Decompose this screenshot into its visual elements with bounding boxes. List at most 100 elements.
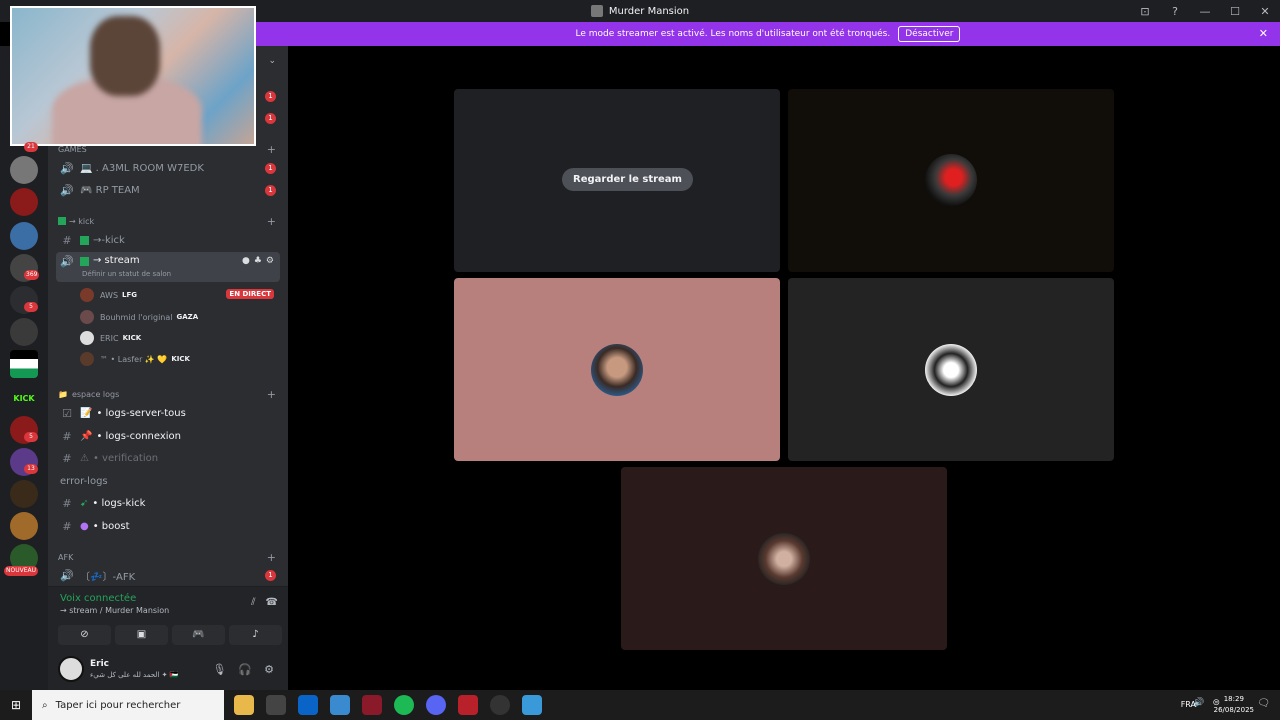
help-icon[interactable]: ?: [1160, 5, 1190, 18]
user-panel: Eric الحمد لله على كل شيء ✦ 🇵🇸 🎙 🎧 ⚙: [48, 650, 288, 690]
outlook-icon[interactable]: [298, 695, 318, 715]
memo-icon: 📝: [80, 407, 93, 419]
participant-tile[interactable]: [621, 467, 947, 650]
voice-user-eric[interactable]: ERIC KICK: [80, 329, 280, 347]
app-icon[interactable]: [330, 695, 350, 715]
voice-user-bouhmid[interactable]: Bouhmid l'original GAZA: [80, 308, 280, 326]
voice-buttons: ⊘ ▣ 🎮 ♪: [58, 625, 282, 645]
screen-share-button[interactable]: ▣: [115, 625, 168, 645]
user-controls: 🎙 🎧 ⚙: [212, 663, 274, 676]
badge-5b: 5: [24, 432, 38, 442]
app-icon[interactable]: [458, 695, 478, 715]
voice-stage: Regarder le stream: [288, 46, 1280, 690]
category-afk[interactable]: AFK +: [58, 550, 280, 564]
plus-icon[interactable]: +: [267, 551, 276, 564]
channel-error-logs[interactable]: error-logs: [56, 471, 280, 491]
spotify-icon[interactable]: [394, 695, 414, 715]
voice-actions: ⫽ ☎: [251, 597, 278, 608]
disconnect-icon[interactable]: ☎: [266, 597, 278, 608]
channel-logs-kick[interactable]: # ➹ • logs-kick: [56, 493, 280, 513]
participant-tile[interactable]: [788, 89, 1114, 272]
badge-369: 369: [24, 270, 40, 280]
headphones-icon[interactable]: 🎧: [238, 663, 252, 676]
avatar: [925, 154, 977, 206]
category-espace-logs[interactable]: 📁 espace logs +: [58, 387, 280, 401]
watch-stream-button[interactable]: Regarder le stream: [562, 168, 693, 191]
camera-off-button[interactable]: ⊘: [58, 625, 111, 645]
store-icon[interactable]: [266, 695, 286, 715]
channel-rp-team[interactable]: 🔊 🎮 RP TEAM 1: [56, 180, 280, 200]
live-badge: EN DIRECT: [226, 289, 274, 299]
notification-icon[interactable]: 🗨: [1257, 698, 1270, 709]
system-clock[interactable]: 18:29 26/08/2025: [1214, 694, 1254, 716]
banner-text: Le mode streamer est activé. Les noms d'…: [575, 29, 891, 39]
user-name[interactable]: Eric: [90, 659, 109, 669]
stream-tile[interactable]: Regarder le stream: [454, 89, 780, 272]
participant-tile[interactable]: [788, 278, 1114, 461]
server-icon: [590, 5, 603, 17]
chat-icon[interactable]: ●: [242, 256, 250, 266]
server-dice[interactable]: [10, 318, 38, 346]
voice-status[interactable]: Voix connectée: [60, 593, 136, 604]
voice-location[interactable]: → stream / Murder Mansion: [60, 606, 169, 615]
file-explorer-icon[interactable]: [234, 695, 254, 715]
channel-logs-server-tous[interactable]: ☑ 📝 • logs-server-tous: [56, 403, 280, 423]
streamer-mode-banner: Le mode streamer est activé. Les noms d'…: [256, 22, 1280, 46]
inbox-icon[interactable]: ⊡: [1130, 5, 1160, 18]
close-icon[interactable]: ✕: [1259, 27, 1268, 40]
voice-user-aws[interactable]: AWS LFG EN DIRECT: [80, 286, 280, 304]
activity-button[interactable]: 🎮: [172, 625, 225, 645]
channel-verification[interactable]: # ⚠ • verification: [56, 448, 280, 468]
invite-icon[interactable]: ♣: [254, 256, 262, 266]
warning-icon: ⚠: [80, 452, 89, 464]
pin-icon: 📌: [80, 430, 93, 442]
channel-afk[interactable]: 🔊 〔💤〕-AFK 1: [56, 565, 280, 585]
channel-stream[interactable]: 🔊 → stream Définir un statut de salon ● ♣…: [56, 252, 280, 282]
nouveau-badge: NOUVEAU: [4, 566, 38, 576]
server-social-club[interactable]: [10, 222, 38, 250]
gear-icon[interactable]: ⚙: [266, 256, 274, 266]
hash-icon: #: [62, 233, 72, 247]
channel-logs-connexion[interactable]: # 📌 • logs-connexion: [56, 426, 280, 446]
avatar[interactable]: [58, 656, 84, 682]
channel-boost[interactable]: # ● • boost: [56, 516, 280, 536]
close-button[interactable]: ✕: [1250, 5, 1280, 18]
channel-a3ml-room[interactable]: 🔊 💻 . A3ML ROOM W7EDK 1: [56, 158, 280, 178]
minimize-button[interactable]: —: [1190, 5, 1220, 18]
server-kick[interactable]: KICK: [10, 384, 38, 412]
chevron-down-icon[interactable]: ⌄: [268, 56, 276, 66]
category-kick[interactable]: → kick +: [58, 214, 280, 228]
obs-icon[interactable]: [490, 695, 510, 715]
server-brown[interactable]: [10, 512, 38, 540]
plus-icon[interactable]: +: [267, 215, 276, 228]
plus-icon[interactable]: +: [267, 143, 276, 156]
server-swords[interactable]: [10, 480, 38, 508]
channel-kick[interactable]: # →-kick: [56, 230, 280, 250]
folder-icon: 📁: [58, 389, 68, 399]
microphone-icon[interactable]: 🎙: [212, 663, 226, 676]
disable-streamer-button[interactable]: Désactiver: [898, 26, 961, 42]
server-red[interactable]: [10, 188, 38, 216]
language-indicator[interactable]: FRA: [1181, 700, 1196, 709]
voice-user-lasfer[interactable]: ™ • Lasfer ✨ 💛 KICK: [80, 350, 280, 368]
taskbar-apps: [234, 695, 542, 715]
plus-icon[interactable]: +: [267, 388, 276, 401]
noise-suppression-icon[interactable]: ⫽: [251, 597, 255, 608]
maximize-button[interactable]: ☐: [1220, 5, 1250, 18]
avatar: [758, 533, 810, 585]
app-icon[interactable]: [522, 695, 542, 715]
server-palestine[interactable]: [10, 350, 38, 378]
opera-icon[interactable]: [362, 695, 382, 715]
soundboard-button[interactable]: ♪: [229, 625, 282, 645]
server-a3ml[interactable]: [10, 156, 38, 184]
taskbar-search[interactable]: ⌕ Taper ici pour rechercher: [32, 690, 224, 720]
gear-icon[interactable]: ⚙: [264, 663, 274, 676]
badge-13: 13: [24, 464, 38, 474]
avatar: [80, 310, 94, 324]
search-icon: ⌕: [42, 699, 48, 711]
discord-icon[interactable]: [426, 695, 446, 715]
avatar: [80, 288, 94, 302]
windows-start-icon[interactable]: ⊞: [0, 698, 32, 712]
participant-tile[interactable]: [454, 278, 780, 461]
channel-status-prompt[interactable]: Définir un statut de salon: [82, 270, 171, 278]
